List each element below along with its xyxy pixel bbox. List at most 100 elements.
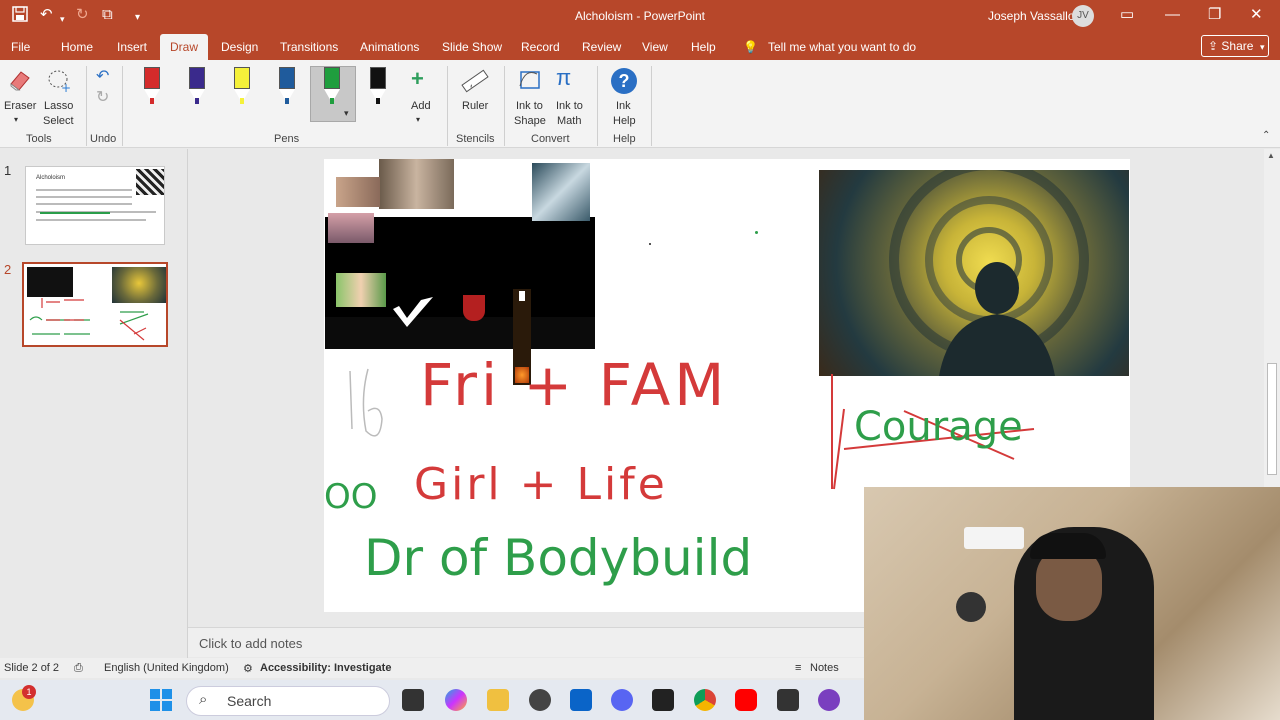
share-button[interactable]: ⇪ Share xyxy=(1201,35,1269,57)
add-pen-dropdown-icon[interactable]: ▾ xyxy=(416,115,420,124)
notes-placeholder[interactable]: Click to add notes xyxy=(199,636,302,651)
ink-oo: OO xyxy=(324,477,378,517)
pen-green-icon[interactable] xyxy=(322,67,342,109)
thumbnail-ink xyxy=(29,298,149,341)
ribbon-undo-icon[interactable]: ↶ xyxy=(96,66,109,86)
search-icon: ⌕ xyxy=(199,691,208,708)
ink-to-shape-label-2[interactable]: Shape xyxy=(514,115,546,127)
ink-help-label-1[interactable]: Ink xyxy=(616,100,631,112)
lasso-label-2[interactable]: Select xyxy=(43,115,74,127)
taskbar-search-input[interactable]: ⌕ Search xyxy=(186,686,390,716)
tab-insert[interactable]: Insert xyxy=(117,40,147,54)
collapse-ribbon-icon[interactable]: ⌃ xyxy=(1262,130,1270,141)
ink-help-label-2[interactable]: Help xyxy=(613,115,636,127)
ruler-icon[interactable] xyxy=(460,66,490,96)
ink-to-math-label-1[interactable]: Ink to xyxy=(556,100,583,112)
tab-animations[interactable]: Animations xyxy=(360,40,419,54)
spelling-check-icon[interactable]: ⎙ xyxy=(74,662,83,675)
ink-fri-fam: Fri + FAM xyxy=(420,351,729,419)
scroll-up-icon[interactable]: ▲ xyxy=(1267,151,1275,160)
notes-icon: ≡ xyxy=(795,662,802,674)
ribbon-separator xyxy=(651,66,652,146)
minimize-icon[interactable]: — xyxy=(1165,6,1180,24)
tab-view[interactable]: View xyxy=(642,40,668,54)
tab-draw[interactable]: Draw xyxy=(160,34,209,60)
tab-design[interactable]: Design xyxy=(221,40,258,54)
slide-thumbnail-1[interactable]: Alcholoism xyxy=(25,166,165,245)
taskbar-search-label: Search xyxy=(227,693,272,709)
lasso-icon[interactable]: + xyxy=(46,68,72,95)
ink-to-math-icon[interactable]: π xyxy=(556,65,586,95)
slide-number-2: 2 xyxy=(4,262,12,277)
share-label: Share xyxy=(1221,39,1254,53)
tab-slide-show[interactable]: Slide Show xyxy=(442,40,502,54)
controller xyxy=(956,592,986,622)
accessibility-status[interactable]: Accessibility: Investigate xyxy=(260,662,391,674)
webcam-overlay xyxy=(864,487,1280,720)
highlighter-yellow-icon[interactable] xyxy=(232,67,252,109)
ink-to-shape-label-1[interactable]: Ink to xyxy=(516,100,543,112)
user-name: Joseph Vassallo xyxy=(988,9,1075,23)
thumbnail-text-line xyxy=(36,219,146,221)
add-pen-label[interactable]: Add xyxy=(411,100,431,112)
ink-dr-of-bodybuild: Dr of Bodybuild xyxy=(364,529,753,587)
pen-green-dropdown-icon[interactable]: ▾ xyxy=(344,108,349,119)
eraser-icon[interactable] xyxy=(8,68,32,92)
tab-record[interactable]: Record xyxy=(521,40,560,54)
stencils-group-label: Stencils xyxy=(456,133,495,145)
tab-home[interactable]: Home xyxy=(61,40,93,54)
pen-blue-icon[interactable] xyxy=(277,67,297,109)
ribbon-separator xyxy=(122,66,123,146)
slide-number-1: 1 xyxy=(4,163,12,178)
slide-thumbnail-2[interactable] xyxy=(22,262,168,347)
ribbon-redo-icon[interactable]: ↻ xyxy=(96,87,109,107)
tell-me-search[interactable]: Tell me what you want to do xyxy=(768,40,916,54)
undo-group-label: Undo xyxy=(90,133,117,145)
tab-file[interactable]: File xyxy=(11,40,30,54)
thumbnail-text-line xyxy=(36,189,132,191)
svg-text:+: + xyxy=(61,81,71,94)
notes-toggle[interactable]: Notes xyxy=(810,662,839,674)
scrollbar-thumb[interactable] xyxy=(1267,363,1277,475)
ink-to-shape-icon[interactable] xyxy=(517,66,545,94)
convert-group-label: Convert xyxy=(531,133,570,145)
lasso-label-1[interactable]: Lasso xyxy=(44,100,73,112)
tab-review[interactable]: Review xyxy=(582,40,621,54)
language-indicator[interactable]: English (United Kingdom) xyxy=(104,662,229,674)
eraser-dropdown-icon[interactable]: ▾ xyxy=(14,115,18,124)
pen-black-icon[interactable] xyxy=(368,67,388,109)
ink-girl-life: Girl + Life xyxy=(414,459,668,510)
avatar[interactable]: JV xyxy=(1072,5,1094,27)
add-pen-icon[interactable]: + xyxy=(411,66,424,92)
eraser-label[interactable]: Eraser xyxy=(4,100,36,112)
help-group-label: Help xyxy=(613,133,636,145)
slide-count: Slide 2 of 2 xyxy=(4,662,60,674)
tools-group-label: Tools xyxy=(26,133,52,145)
ribbon-separator xyxy=(447,66,448,146)
share-icon: ⇪ xyxy=(1208,39,1222,53)
thumbnail-ink-line xyxy=(40,212,110,214)
thumbnail-pattern-image xyxy=(136,169,164,195)
menu-bar: File Home Insert Draw Design Transitions… xyxy=(0,32,1280,60)
title-bar: ↶ ▾ ↻ ⧉ ▾ Alcholoism - PowerPoint Joseph… xyxy=(0,0,1280,32)
ink-to-math-label-2[interactable]: Math xyxy=(557,115,581,127)
ribbon: Eraser ▾ + Lasso Select Tools ↶ ↻ Undo ▾… xyxy=(0,60,1280,148)
pen-purple-icon[interactable] xyxy=(187,67,207,109)
ribbon-separator xyxy=(597,66,598,146)
ruler-label[interactable]: Ruler xyxy=(462,100,488,112)
pen-red-icon[interactable] xyxy=(142,67,162,109)
notification-badge: 1 xyxy=(22,685,36,699)
tab-help[interactable]: Help xyxy=(691,40,716,54)
tab-transitions[interactable]: Transitions xyxy=(280,40,338,54)
pens-group-label: Pens xyxy=(274,133,300,145)
cap xyxy=(1030,533,1106,559)
ribbon-display-options-icon[interactable]: ▭ xyxy=(1120,6,1134,24)
slide-thumbnail-title: Alcholoism xyxy=(36,175,66,181)
close-icon[interactable]: ✕ xyxy=(1250,6,1263,24)
windows-start-icon[interactable] xyxy=(150,689,172,711)
accessibility-icon: ⚙ xyxy=(243,663,253,675)
ink-help-icon[interactable]: ? xyxy=(611,68,637,94)
restore-icon[interactable]: ❐ xyxy=(1208,6,1221,24)
ribbon-separator xyxy=(504,66,505,146)
ribbon-separator xyxy=(86,66,87,146)
